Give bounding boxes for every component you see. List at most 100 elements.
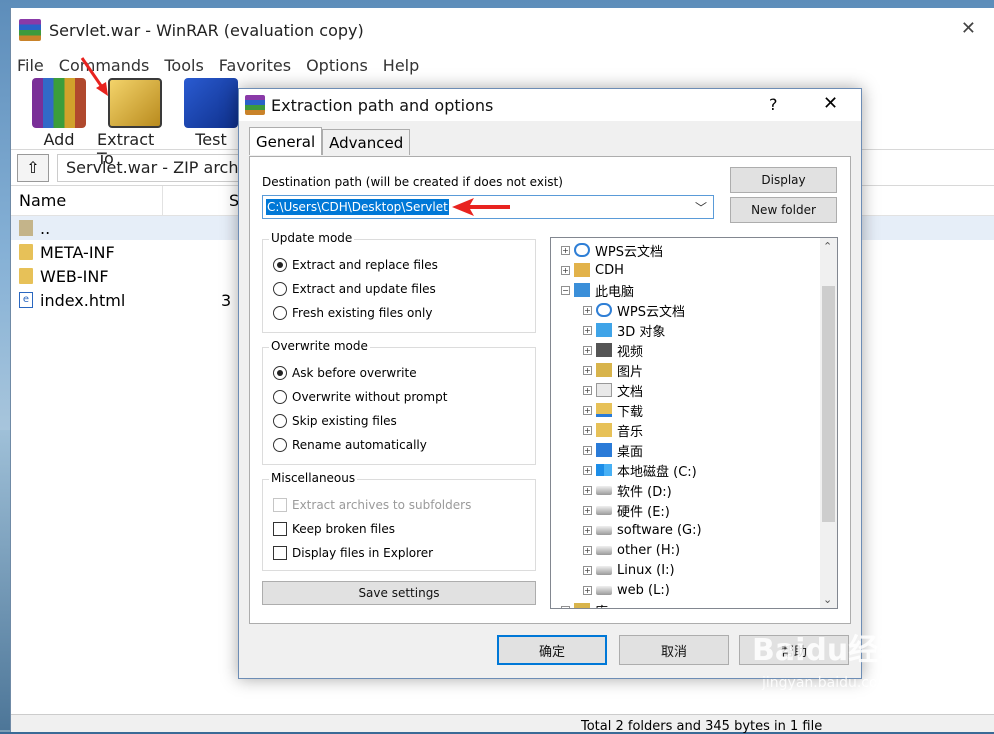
- collapse-icon[interactable]: −: [561, 285, 570, 295]
- save-settings-button[interactable]: Save settings: [262, 581, 536, 605]
- tree-item[interactable]: + other (H:): [583, 540, 680, 560]
- tree-item[interactable]: + web (L:): [583, 580, 670, 600]
- radio-selected[interactable]: [273, 258, 287, 272]
- expand-icon[interactable]: +: [583, 445, 592, 455]
- pictures-folder-icon: [596, 363, 612, 377]
- dialog-close-icon[interactable]: ✕: [823, 93, 838, 114]
- checkbox-extract-subfolders: Extract archives to subfolders: [273, 498, 471, 512]
- scroll-thumb[interactable]: [822, 286, 835, 522]
- radio-unselected[interactable]: [273, 282, 287, 296]
- tree-item[interactable]: + 文档: [583, 380, 643, 400]
- radio-ask-before-overwrite[interactable]: Ask before overwrite: [273, 366, 417, 380]
- window-titlebar[interactable]: Servlet.war - WinRAR (evaluation copy) ✕: [11, 8, 994, 52]
- chevron-down-icon[interactable]: ﹀: [695, 199, 707, 216]
- radio-extract-replace[interactable]: Extract and replace files: [273, 258, 438, 272]
- tree-item-label: 此电脑: [595, 284, 635, 300]
- drive-icon: [596, 525, 612, 535]
- option-label: Skip existing files: [292, 414, 397, 428]
- expand-icon[interactable]: +: [583, 545, 592, 555]
- dialog-titlebar[interactable]: Extraction path and options ? ✕: [239, 89, 861, 121]
- menu-file[interactable]: File: [17, 56, 44, 75]
- radio-unselected[interactable]: [273, 390, 287, 404]
- status-bar: Total 2 folders and 345 bytes in 1 file: [11, 714, 994, 734]
- tree-item[interactable]: + Linux (I:): [583, 560, 675, 580]
- radio-skip-existing[interactable]: Skip existing files: [273, 414, 397, 428]
- expand-icon[interactable]: +: [583, 505, 592, 515]
- tree-item-label: 本地磁盘 (C:): [617, 464, 697, 480]
- checkbox-unchecked[interactable]: [273, 522, 287, 536]
- column-size[interactable]: S: [163, 191, 239, 210]
- checkbox-display-in-explorer[interactable]: Display files in Explorer: [273, 546, 433, 560]
- folder-tree[interactable]: + WPS云文档 + CDH − 此电脑 + WPS云文档 +3D 对象 + 视频 + 图片 + 文档 + 下载…: [550, 237, 838, 609]
- menu-tools[interactable]: Tools: [164, 56, 203, 75]
- test-archive-icon: [184, 78, 238, 128]
- tree-item[interactable]: + 图片: [583, 360, 643, 380]
- tree-item[interactable]: +3D 对象: [583, 320, 665, 340]
- radio-selected[interactable]: [273, 366, 287, 380]
- menu-help[interactable]: Help: [383, 56, 419, 75]
- expand-icon[interactable]: +: [583, 425, 592, 435]
- radio-unselected[interactable]: [273, 306, 287, 320]
- add-button[interactable]: Add: [21, 78, 97, 149]
- tree-item[interactable]: + 音乐: [583, 420, 643, 440]
- scroll-up-icon[interactable]: ⌃: [823, 240, 832, 253]
- tree-item[interactable]: +库: [561, 600, 608, 608]
- radio-fresh-existing[interactable]: Fresh existing files only: [273, 306, 432, 320]
- scroll-down-icon[interactable]: ⌄: [823, 593, 832, 606]
- expand-icon[interactable]: +: [561, 265, 570, 275]
- tree-item[interactable]: + 硬件 (E:): [583, 500, 670, 520]
- expand-icon[interactable]: +: [583, 485, 592, 495]
- destination-path-input[interactable]: C:\Users\CDH\Desktop\Servlet ﹀: [262, 195, 714, 219]
- tree-item[interactable]: + 桌面: [583, 440, 643, 460]
- menu-favorites[interactable]: Favorites: [219, 56, 291, 75]
- tree-item[interactable]: + 本地磁盘 (C:): [583, 460, 697, 480]
- tree-item[interactable]: + 下载: [583, 400, 643, 420]
- menu-options[interactable]: Options: [306, 56, 368, 75]
- tab-advanced[interactable]: Advanced: [322, 129, 411, 155]
- tree-item[interactable]: + 视频: [583, 340, 643, 360]
- tree-item-label: 音乐: [617, 424, 644, 440]
- expand-icon[interactable]: +: [583, 305, 592, 315]
- tree-scrollbar[interactable]: ⌃ ⌄: [820, 238, 837, 608]
- dialog-help-icon[interactable]: ?: [769, 95, 778, 114]
- tree-item[interactable]: + 软件 (D:): [583, 480, 672, 500]
- checkbox-keep-broken[interactable]: Keep broken files: [273, 522, 395, 536]
- radio-unselected[interactable]: [273, 438, 287, 452]
- expand-icon[interactable]: +: [583, 525, 592, 535]
- tree-item[interactable]: + WPS云文档: [561, 240, 663, 260]
- ok-button[interactable]: 确定: [497, 635, 607, 665]
- tab-general[interactable]: General: [249, 127, 323, 155]
- expand-icon[interactable]: +: [561, 605, 570, 608]
- radio-extract-update[interactable]: Extract and update files: [273, 282, 436, 296]
- expand-icon[interactable]: +: [583, 365, 592, 375]
- expand-icon[interactable]: +: [583, 585, 592, 595]
- expand-icon[interactable]: +: [583, 405, 592, 415]
- new-folder-button[interactable]: New folder: [730, 197, 837, 223]
- general-tab-panel: Destination path (will be created if doe…: [249, 156, 851, 624]
- radio-rename-automatically[interactable]: Rename automatically: [273, 438, 427, 452]
- tree-item[interactable]: − 此电脑: [561, 280, 634, 300]
- drive-icon: [596, 565, 612, 575]
- expand-icon[interactable]: +: [561, 245, 570, 255]
- up-folder-icon[interactable]: ⇧: [17, 153, 49, 182]
- tree-item[interactable]: + WPS云文档: [583, 300, 685, 320]
- expand-icon[interactable]: +: [583, 385, 592, 395]
- destination-path-value[interactable]: C:\Users\CDH\Desktop\Servlet: [266, 199, 449, 215]
- column-name[interactable]: Name: [11, 186, 163, 215]
- menu-commands[interactable]: Commands: [59, 56, 150, 75]
- radio-overwrite-without-prompt[interactable]: Overwrite without prompt: [273, 390, 447, 404]
- update-mode-title: Update mode: [269, 231, 355, 245]
- expand-icon[interactable]: +: [583, 465, 592, 475]
- option-label: Extract archives to subfolders: [292, 498, 472, 512]
- tree-item[interactable]: + software (G:): [583, 520, 702, 540]
- radio-unselected[interactable]: [273, 414, 287, 428]
- expand-icon[interactable]: +: [583, 565, 592, 575]
- cancel-button[interactable]: 取消: [619, 635, 729, 665]
- tree-item[interactable]: + CDH: [561, 260, 624, 280]
- expand-icon[interactable]: +: [583, 345, 592, 355]
- expand-icon[interactable]: +: [583, 325, 592, 335]
- display-button[interactable]: Display: [730, 167, 837, 193]
- window-close-icon[interactable]: ✕: [961, 18, 976, 39]
- option-label: Fresh existing files only: [292, 306, 433, 320]
- checkbox-unchecked[interactable]: [273, 546, 287, 560]
